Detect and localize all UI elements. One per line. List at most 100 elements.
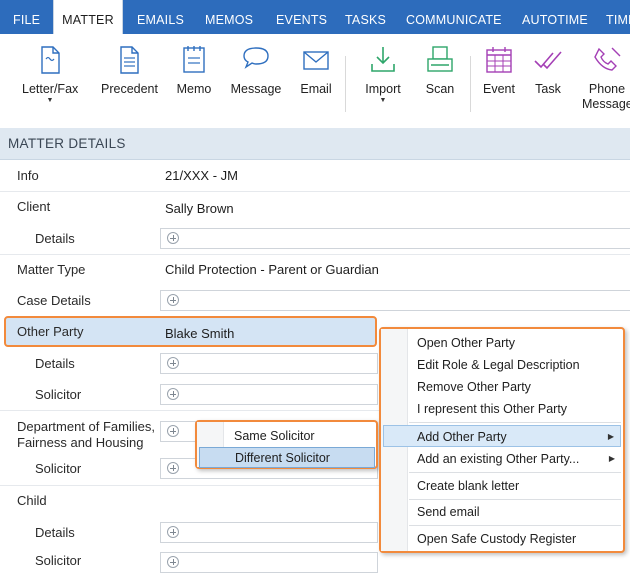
- email-label: Email: [300, 82, 332, 96]
- menu-item-send-email[interactable]: Send email: [383, 501, 621, 523]
- department-label: Department of Families, Fairness and Hou…: [17, 419, 155, 451]
- message-label: Message: [230, 82, 282, 96]
- precedent-button[interactable]: Precedent: [101, 44, 158, 96]
- tab-tasks[interactable]: TASKS: [345, 0, 386, 34]
- case-details-add[interactable]: [160, 290, 630, 311]
- tab-autotime[interactable]: AUTOTIME: [522, 0, 588, 34]
- row-divider: [0, 191, 630, 192]
- download-icon: [371, 47, 395, 72]
- plus-circle-icon: [167, 462, 179, 474]
- child-label: Child: [17, 493, 47, 508]
- ribbon-toolbar: Letter/Fax ▼ Precedent Memo Message Emai…: [0, 34, 630, 129]
- import-label: Import: [365, 82, 401, 96]
- envelope-icon: [303, 51, 329, 70]
- menu-separator: [409, 525, 621, 526]
- letter-icon: [41, 46, 60, 74]
- menu-item-label: Create blank letter: [417, 479, 520, 493]
- menu-item-label: Add an existing Other Party...: [417, 452, 580, 466]
- tab-file[interactable]: FILE: [13, 0, 40, 34]
- other-party-value[interactable]: Blake Smith: [165, 326, 234, 341]
- menu-item-remove-other-party[interactable]: Remove Other Party: [383, 376, 621, 398]
- menu-item-different-solicitor[interactable]: Different Solicitor: [199, 447, 375, 468]
- message-button[interactable]: Message: [230, 44, 282, 96]
- plus-circle-icon: [167, 357, 179, 369]
- menu-item-label: Open Safe Custody Register: [417, 532, 577, 546]
- plus-circle-icon: [167, 425, 179, 437]
- info-label: Info: [17, 168, 39, 183]
- menu-item-label: Open Other Party: [417, 336, 515, 350]
- task-check-icon: [534, 51, 562, 70]
- plus-circle-icon: [167, 232, 179, 244]
- tab-time[interactable]: TIME: [606, 0, 630, 34]
- tab-communicate[interactable]: COMMUNICATE: [406, 0, 502, 34]
- phone-message-label: Phone Message: [582, 82, 630, 111]
- department-add[interactable]: [160, 421, 196, 442]
- department-label-line2: Fairness and Housing: [17, 435, 144, 450]
- menu-separator: [409, 499, 621, 500]
- matter-details-header: MATTER DETAILS: [0, 128, 630, 160]
- menu-item-open-other-party[interactable]: Open Other Party: [383, 332, 621, 354]
- department-label-line1: Department of Families,: [17, 419, 155, 434]
- dropdown-caret-icon: ▼: [379, 97, 387, 104]
- plus-circle-icon: [167, 556, 179, 568]
- task-button[interactable]: Task: [530, 44, 566, 96]
- email-button[interactable]: Email: [296, 44, 336, 96]
- menu-item-label: Add Other Party: [417, 430, 507, 444]
- import-button[interactable]: Import ▼: [361, 44, 405, 105]
- dropdown-caret-icon: ▼: [46, 97, 54, 104]
- info-value[interactable]: 21/XXX - JM: [165, 168, 238, 183]
- ribbon-separator: [345, 56, 346, 112]
- menu-item-safe-custody[interactable]: Open Safe Custody Register: [383, 528, 621, 550]
- menu-item-add-existing[interactable]: Add an existing Other Party... ▶: [383, 448, 621, 470]
- case-details-label: Case Details: [17, 293, 91, 308]
- tab-matter[interactable]: MATTER: [53, 0, 123, 36]
- tab-events[interactable]: EVENTS: [276, 0, 327, 34]
- menu-item-edit-role[interactable]: Edit Role & Legal Description: [383, 354, 621, 376]
- calendar-icon: [486, 47, 512, 73]
- precedent-icon: [120, 46, 139, 74]
- letter-fax-button[interactable]: Letter/Fax ▼: [22, 44, 78, 105]
- memo-label: Memo: [176, 82, 212, 96]
- memo-icon: [183, 46, 205, 73]
- other-party-context-menu: Open Other Party Edit Role & Legal Descr…: [379, 327, 625, 553]
- phone-message-button[interactable]: Phone Message: [582, 44, 630, 112]
- other-party-label: Other Party: [17, 324, 84, 339]
- client-details-label: Details: [35, 231, 75, 246]
- event-button[interactable]: Event: [479, 44, 519, 96]
- other-party-solicitor-add[interactable]: [160, 384, 378, 405]
- row-divider: [0, 254, 630, 255]
- letter-fax-label: Letter/Fax: [22, 82, 79, 96]
- menu-item-label: Different Solicitor: [235, 451, 330, 465]
- client-details-add[interactable]: [160, 228, 630, 249]
- department-solicitor-label: Solicitor: [35, 461, 82, 476]
- other-party-details-label: Details: [35, 356, 75, 371]
- scanner-icon: [427, 46, 453, 72]
- other-party-details-add[interactable]: [160, 353, 378, 374]
- tab-emails[interactable]: EMAILS: [137, 0, 184, 34]
- menu-item-i-represent[interactable]: I represent this Other Party: [383, 398, 621, 420]
- scan-button[interactable]: Scan: [420, 44, 460, 96]
- menu-item-same-solicitor[interactable]: Same Solicitor: [199, 426, 375, 447]
- client-value[interactable]: Sally Brown: [165, 201, 234, 216]
- submenu-arrow-icon: ▶: [608, 454, 615, 463]
- child-details-label: Details: [35, 525, 75, 540]
- menu-item-create-blank-letter[interactable]: Create blank letter: [383, 475, 621, 497]
- plus-circle-icon: [167, 294, 179, 306]
- child-details-add[interactable]: [160, 522, 378, 543]
- row-divider: [0, 410, 380, 411]
- matter-type-label: Matter Type: [17, 262, 86, 277]
- tab-memos[interactable]: MEMOS: [205, 0, 253, 34]
- menu-item-label: Remove Other Party: [417, 380, 531, 394]
- menu-item-add-other-party[interactable]: Add Other Party ▶: [383, 425, 621, 447]
- matter-type-value[interactable]: Child Protection - Parent or Guardian: [165, 262, 379, 277]
- other-party-solicitor-label: Solicitor: [35, 387, 82, 402]
- speech-bubble-icon: [243, 47, 269, 69]
- event-label: Event: [483, 82, 515, 96]
- menu-item-label: Send email: [417, 505, 480, 519]
- client-label: Client: [17, 199, 51, 214]
- child-solicitor-add[interactable]: [160, 552, 378, 573]
- scan-label: Scan: [425, 82, 455, 96]
- memo-button[interactable]: Memo: [172, 44, 216, 96]
- submenu-arrow-icon: ▶: [607, 432, 614, 441]
- row-divider: [0, 485, 380, 486]
